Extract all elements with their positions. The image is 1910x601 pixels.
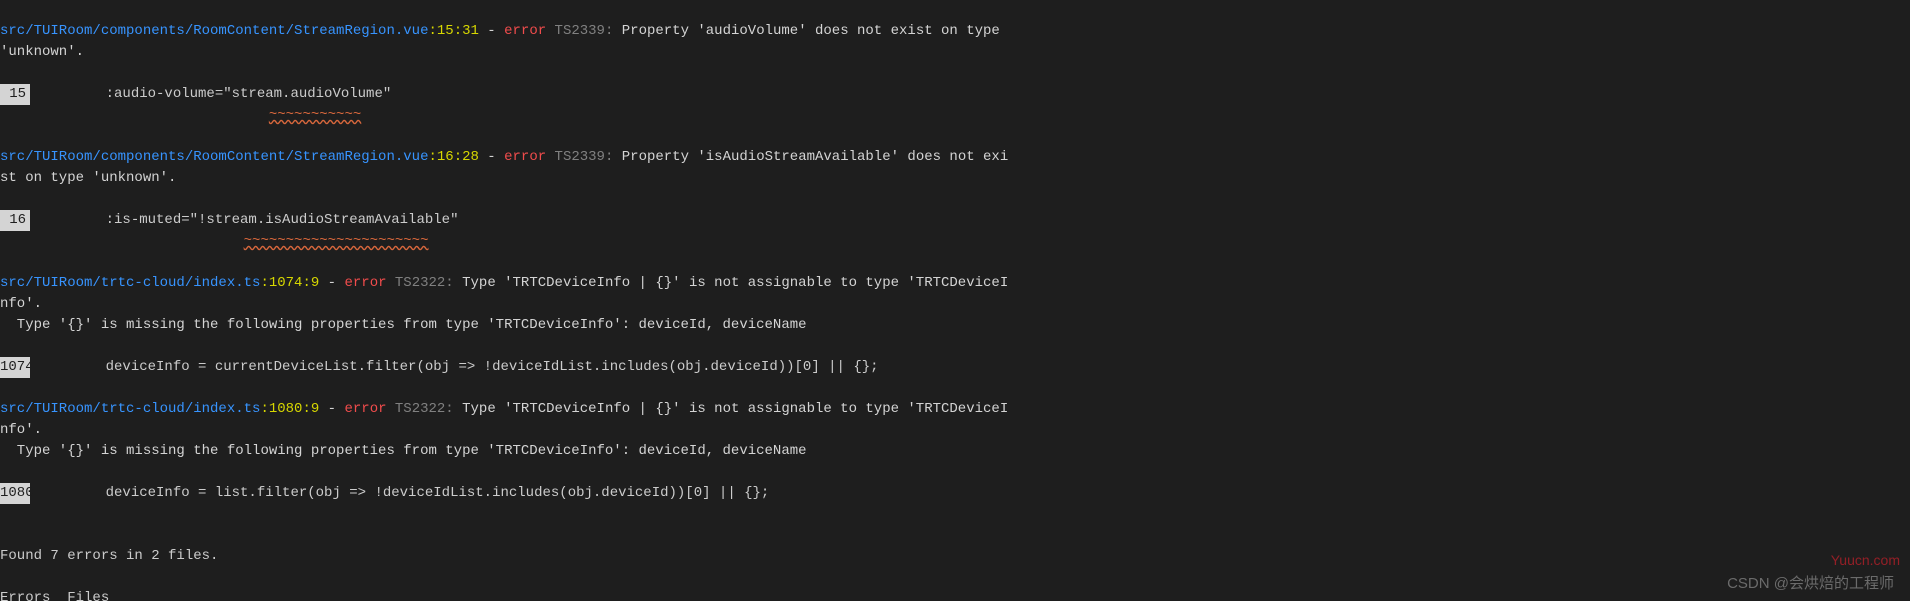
terminal-output[interactable]: src/TUIRoom/components/RoomContent/Strea…: [0, 0, 1910, 601]
watermark-yuucn: Yuucn.com: [1831, 550, 1900, 571]
error-filepath: src/TUIRoom/components/RoomContent/Strea…: [0, 23, 428, 39]
error-message: Property 'audioVolume' does not exist on…: [622, 23, 1008, 39]
error-filepath: src/TUIRoom/trtc-cloud/index.ts: [0, 275, 260, 291]
watermark-csdn: CSDN @会烘焙的工程师: [1727, 573, 1894, 596]
line-gutter: 1080: [0, 483, 30, 504]
line-gutter: 16: [0, 210, 30, 231]
code-snippet: :audio-volume="stream.audioVolume": [30, 86, 391, 102]
code-snippet: deviceInfo = list.filter(obj => !deviceI…: [30, 485, 769, 501]
error-code: TS2339:: [546, 149, 622, 165]
error-label: error: [504, 149, 546, 165]
summary-header: Errors Files: [0, 590, 109, 601]
line-gutter: 1074: [0, 357, 30, 378]
error-position: :1074:9: [260, 275, 319, 291]
error-message-cont: 'unknown'.: [0, 44, 84, 60]
dash: -: [479, 23, 504, 39]
error-code: TS2322:: [387, 275, 463, 291]
error-message: Type 'TRTCDeviceInfo | {}' is not assign…: [462, 275, 1008, 291]
error-position: :16:28: [428, 149, 478, 165]
error-filepath: src/TUIRoom/trtc-cloud/index.ts: [0, 401, 260, 417]
error-label: error: [504, 23, 546, 39]
code-snippet: :is-muted="!stream.isAudioStreamAvailabl…: [30, 212, 458, 228]
error-label: error: [344, 401, 386, 417]
code-snippet: deviceInfo = currentDeviceList.filter(ob…: [30, 359, 879, 375]
line-gutter: 15: [0, 84, 30, 105]
dash: -: [319, 275, 344, 291]
error-code: TS2339:: [546, 23, 622, 39]
error-position: :15:31: [428, 23, 478, 39]
error-message-cont: st on type 'unknown'.: [0, 170, 176, 186]
error-message-cont: nfo'. Type '{}' is missing the following…: [0, 422, 807, 459]
error-underline: ~~~~~~~~~~~~~~~~~~~~~~: [244, 233, 429, 249]
error-filepath: src/TUIRoom/components/RoomContent/Strea…: [0, 149, 428, 165]
error-position: :1080:9: [260, 401, 319, 417]
error-message: Type 'TRTCDeviceInfo | {}' is not assign…: [462, 401, 1008, 417]
error-message-cont: nfo'. Type '{}' is missing the following…: [0, 296, 807, 333]
dash: -: [479, 149, 504, 165]
error-code: TS2322:: [387, 401, 463, 417]
dash: -: [319, 401, 344, 417]
error-label: error: [344, 275, 386, 291]
error-message: Property 'isAudioStreamAvailable' does n…: [622, 149, 1008, 165]
error-underline: ~~~~~~~~~~~: [269, 107, 361, 123]
summary-found: Found 7 errors in 2 files.: [0, 548, 218, 564]
